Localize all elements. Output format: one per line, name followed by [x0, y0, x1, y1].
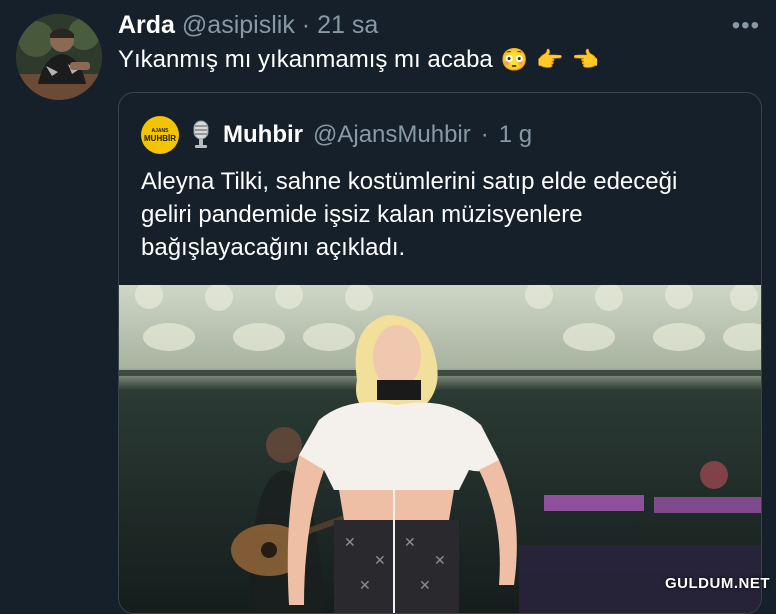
quoted-tweet-text: Aleyna Tilki, sahne kostümlerini satıp e… — [141, 168, 678, 261]
quoted-author-name[interactable]: Muhbir — [223, 121, 303, 149]
tweet-text: Yıkanmış mı yıkanmamış mı acaba — [118, 46, 493, 73]
tweet-body: Yıkanmış mı yıkanmamış mı acaba 😳 👉 👈 — [118, 44, 599, 76]
quoted-tweet-header: AJANS MUHBİR Muhbir @AjansMuhbir · 1 g — [141, 113, 532, 157]
svg-text:✕: ✕ — [374, 552, 386, 568]
svg-text:✕: ✕ — [344, 534, 356, 550]
quoted-avatar[interactable]: AJANS MUHBİR — [141, 116, 179, 154]
quoted-tweet[interactable]: AJANS MUHBİR Muhbir @AjansMuhbir · 1 g A… — [118, 92, 762, 614]
more-options-icon[interactable]: ••• — [732, 12, 760, 40]
svg-text:✕: ✕ — [404, 534, 416, 550]
separator-dot: · — [301, 11, 311, 39]
avatar-photo — [16, 14, 102, 100]
flushed-face-emoji: 😳 — [500, 47, 529, 72]
svg-text:✕: ✕ — [359, 577, 371, 593]
point-right-emoji: 👉 — [536, 47, 564, 72]
microphone-icon — [193, 120, 209, 148]
quoted-timestamp[interactable]: 1 g — [499, 121, 532, 149]
user-avatar[interactable] — [16, 14, 102, 100]
quoted-author-handle[interactable]: @AjansMuhbir — [313, 121, 471, 149]
site-watermark: GULDUM.NET — [665, 575, 770, 592]
tweet-timestamp[interactable]: 21 sa — [317, 11, 378, 39]
tweet-header: Arda @asipislik · 21 sa — [118, 10, 378, 40]
author-name[interactable]: Arda — [118, 11, 175, 39]
quoted-separator-dot: · — [480, 121, 489, 148]
logo-line-2: MUHBİR — [144, 133, 176, 143]
quoted-tweet-photo[interactable]: ✕ ✕ ✕ ✕ ✕ ✕ — [119, 285, 761, 613]
svg-text:✕: ✕ — [419, 577, 431, 593]
author-handle[interactable]: @asipislik — [182, 11, 295, 39]
point-left-emoji: 👈 — [571, 47, 599, 72]
concert-stage-image: ✕ ✕ ✕ ✕ ✕ ✕ — [119, 285, 761, 613]
svg-text:✕: ✕ — [434, 552, 446, 568]
